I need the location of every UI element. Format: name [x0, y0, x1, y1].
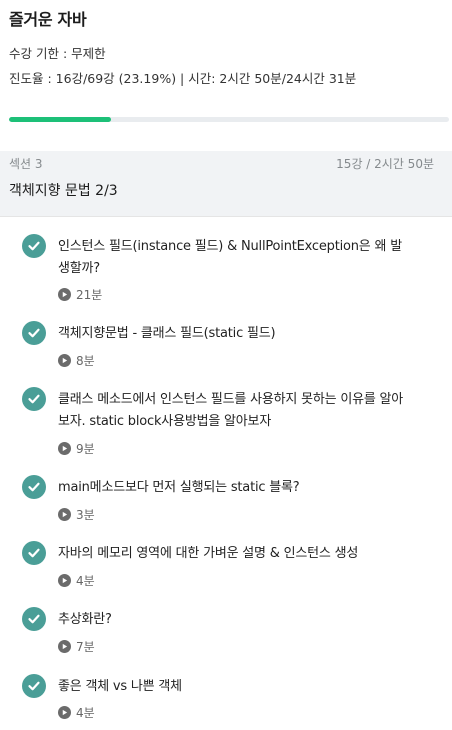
duration-text: 4분: [76, 706, 95, 720]
play-circle-icon: [58, 354, 71, 367]
lecture-title: 인스턴스 필드(instance 필드) & NullPointExceptio…: [58, 239, 402, 276]
lecture-duration: 7분: [58, 638, 95, 655]
duration-text: 3분: [76, 508, 95, 522]
lecture-duration: 4분: [58, 704, 95, 721]
lecture-title: 객체지향문법 - 클래스 필드(static 필드): [58, 326, 276, 341]
progress-bar: [9, 117, 449, 122]
lecture-title: 추상화란?: [58, 612, 112, 627]
duration-text: 4분: [76, 574, 95, 588]
section-meta: 15강 / 2시간 50분: [336, 157, 434, 171]
check-circle-icon: [22, 607, 46, 631]
lecture-title: 좋은 객체 vs 나쁜 객체: [58, 679, 182, 694]
course-title: 즐거운 자바: [9, 10, 87, 29]
progress-bar-fill: [9, 117, 112, 122]
play-circle-icon: [58, 574, 71, 587]
duration-text: 9분: [76, 442, 95, 456]
duration-text: 21분: [76, 288, 103, 302]
lecture-title: 자바의 메모리 영역에 대한 가벼운 설명 & 인스턴스 생성: [58, 546, 359, 561]
play-circle-icon: [58, 442, 71, 455]
lecture-duration: 4분: [58, 572, 95, 589]
lecture-title: 클래스 메소드에서 인스턴스 필드를 사용하지 못하는 이유를 알아보자. st…: [58, 392, 404, 429]
check-circle-icon: [22, 475, 46, 499]
check-circle-icon: [22, 387, 46, 411]
lecture-duration: 3분: [58, 506, 95, 523]
lecture-duration: 21분: [58, 286, 102, 303]
lecture-title: main메소드보다 먼저 실행되는 static 블록?: [58, 480, 300, 495]
duration-text: 8분: [76, 354, 95, 368]
check-circle-icon: [22, 234, 46, 258]
check-circle-icon: [22, 321, 46, 345]
play-circle-icon: [58, 640, 71, 653]
section-title: 객체지향 문법 2/3: [9, 183, 118, 199]
check-circle-icon: [22, 541, 46, 565]
course-progress-text: 진도율 : 16강/69강 (23.19%) | 시간: 2시간 50분/24시…: [9, 71, 357, 86]
check-circle-icon: [22, 674, 46, 698]
play-circle-icon: [58, 288, 71, 301]
course-deadline: 수강 기한 : 무제한: [9, 46, 106, 61]
duration-text: 7분: [76, 640, 95, 654]
play-circle-icon: [58, 706, 71, 719]
lecture-duration: 9분: [58, 440, 95, 457]
play-circle-icon: [58, 508, 71, 521]
section-header[interactable]: 섹션 3 15강 / 2시간 50분 객체지향 문법 2/3: [0, 151, 452, 217]
section-label: 섹션 3: [9, 157, 43, 171]
lecture-duration: 8분: [58, 352, 95, 369]
